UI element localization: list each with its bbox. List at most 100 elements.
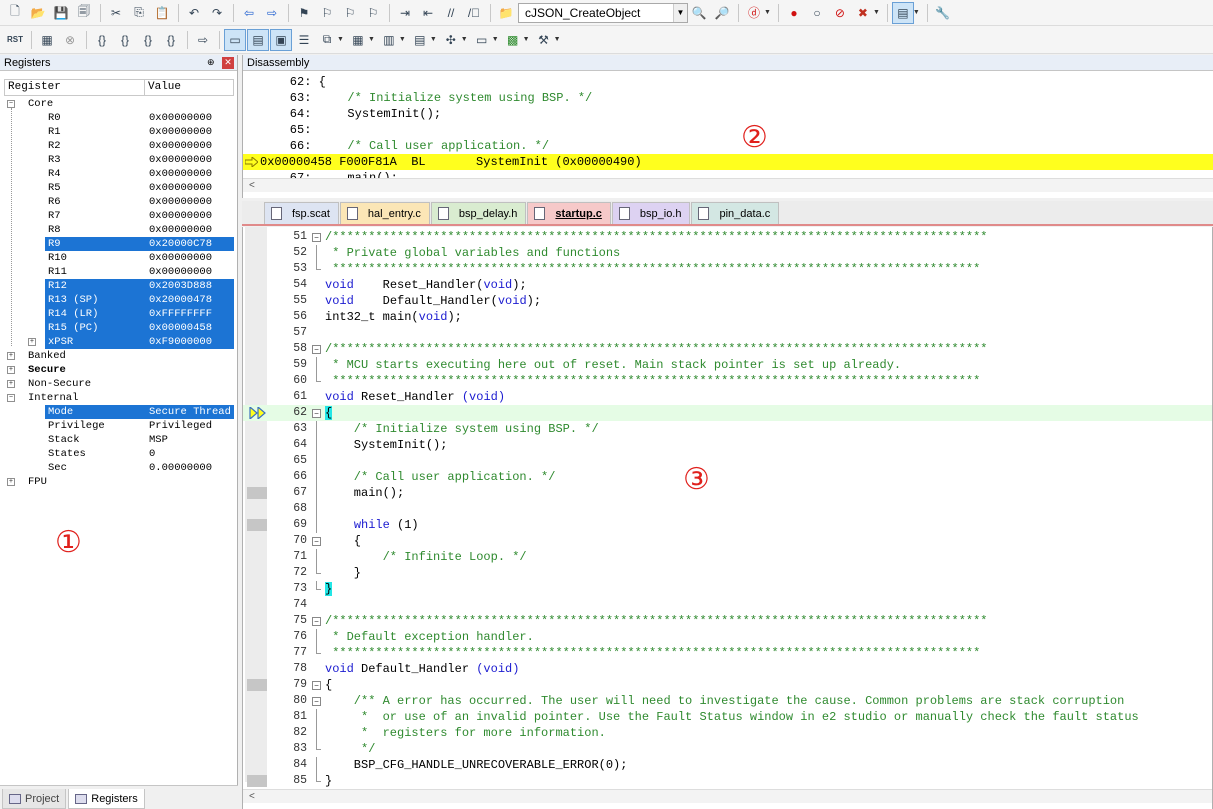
code-line[interactable]: 68 xyxy=(243,501,1212,517)
register-row[interactable]: States 0 xyxy=(0,447,234,461)
disassembly-line[interactable]: 0x00000458 F000F81A BL SystemInit (0x000… xyxy=(243,154,1213,170)
fold-collapse-icon[interactable]: − xyxy=(312,537,321,546)
code-line[interactable]: 80− /** A error has occurred. The user w… xyxy=(243,693,1212,709)
run-icon[interactable]: ▦ xyxy=(36,29,58,51)
code-line[interactable]: 72 } xyxy=(243,565,1212,581)
code-line[interactable]: 73} xyxy=(243,581,1212,597)
register-row[interactable]: Sec 0.00000000 xyxy=(0,461,234,475)
configure-icon[interactable]: 🔧 xyxy=(932,2,954,24)
load-target-icon[interactable]: 📁 xyxy=(495,2,517,24)
code-line[interactable]: 83 */ xyxy=(243,741,1212,757)
dropdown-arrow-icon[interactable]: ▼ xyxy=(554,36,561,43)
disassembly-window-icon[interactable]: ▤ xyxy=(247,28,269,51)
run-to-cursor-icon[interactable]: {} xyxy=(160,29,182,51)
code-line[interactable]: 56 int32_t main(void); xyxy=(243,309,1212,325)
register-value[interactable]: 0x00000000 xyxy=(149,265,212,279)
code-line[interactable]: 74 xyxy=(243,597,1212,613)
fold-collapse-icon[interactable]: − xyxy=(312,681,321,690)
file-tab[interactable]: bsp_io.h xyxy=(611,202,691,224)
nav-forward-icon[interactable]: ⇨ xyxy=(261,2,283,24)
dropdown-arrow-icon[interactable]: ▼ xyxy=(873,9,880,16)
chevron-down-icon[interactable]: ▼ xyxy=(673,3,687,22)
code-line[interactable]: 71 /* Infinite Loop. */ xyxy=(243,549,1212,565)
file-tab[interactable]: fsp.scat xyxy=(264,202,339,224)
register-value[interactable]: 0x20000478 xyxy=(149,293,212,307)
register-row[interactable]: R6 0x00000000 xyxy=(0,195,234,209)
code-line[interactable]: 65 xyxy=(243,453,1212,469)
breakpoint-disable-icon[interactable]: ○ xyxy=(806,2,828,24)
register-value[interactable]: Privileged xyxy=(149,419,212,433)
dropdown-arrow-icon[interactable]: ▼ xyxy=(764,9,771,16)
register-value[interactable]: 0xFFFFFFFF xyxy=(149,307,212,321)
fold-collapse-icon[interactable]: − xyxy=(312,345,321,354)
window-layout-icon[interactable]: ▤ xyxy=(891,1,914,24)
file-tab[interactable]: startup.c xyxy=(527,202,611,224)
save-icon[interactable]: 💾 xyxy=(50,2,72,24)
nav-back-icon[interactable]: ⇦ xyxy=(238,2,260,24)
register-row[interactable]: R8 0x00000000 xyxy=(0,223,234,237)
code-line[interactable]: 59 * MCU starts executing here out of re… xyxy=(243,357,1212,373)
register-value[interactable]: 0x2003D888 xyxy=(149,279,212,293)
dropdown-arrow-icon[interactable]: ▼ xyxy=(368,36,375,43)
register-row[interactable]: + Secure xyxy=(0,363,234,377)
collapse-icon[interactable]: − xyxy=(7,100,15,108)
bookmark-icon[interactable]: ⚑ xyxy=(293,2,315,24)
code-line[interactable]: 54 void Reset_Handler(void); xyxy=(243,277,1212,293)
register-value[interactable]: 0x00000000 xyxy=(149,153,212,167)
register-row[interactable]: R0 0x00000000 xyxy=(0,111,234,125)
serial-window-icon[interactable]: ▤ xyxy=(409,29,431,51)
register-row[interactable]: − Internal xyxy=(0,391,234,405)
copy-icon[interactable]: ⎘ xyxy=(128,2,150,24)
register-row[interactable]: Stack MSP xyxy=(0,433,234,447)
editor-hscrollbar[interactable]: < xyxy=(243,789,1212,803)
register-value[interactable]: 0x00000000 xyxy=(149,223,212,237)
redo-icon[interactable]: ↷ xyxy=(206,2,228,24)
save-all-icon[interactable]: 🗐 xyxy=(73,2,95,24)
register-value[interactable]: 0 xyxy=(149,447,155,461)
register-value[interactable]: 0x00000458 xyxy=(149,321,212,335)
target-select[interactable]: cJSON_CreateObject ▼ xyxy=(518,2,688,23)
register-row[interactable]: + xPSR 0xF9000000 xyxy=(0,335,234,349)
expand-icon[interactable]: + xyxy=(7,478,15,486)
stop-icon[interactable]: ⊗ xyxy=(59,29,81,51)
dropdown-arrow-icon[interactable]: ▼ xyxy=(913,9,920,16)
code-line[interactable]: 84 BSP_CFG_HANDLE_UNRECOVERABLE_ERROR(0)… xyxy=(243,757,1212,773)
code-line[interactable]: 62−{ xyxy=(243,405,1212,421)
system-viewer-icon[interactable]: ▩ xyxy=(502,29,524,51)
dropdown-arrow-icon[interactable]: ▼ xyxy=(461,36,468,43)
register-row[interactable]: R5 0x00000000 xyxy=(0,181,234,195)
symbols-window-icon[interactable]: ▣ xyxy=(270,28,292,51)
breakpoint-kill-all-icon[interactable]: ✖ xyxy=(852,2,874,24)
register-row[interactable]: + FPU xyxy=(0,475,234,489)
register-row[interactable]: − Core xyxy=(0,97,234,111)
code-line[interactable]: 63 /* Initialize system using BSP. */ xyxy=(243,421,1212,437)
undo-icon[interactable]: ↶ xyxy=(183,2,205,24)
breakpoint-slot[interactable] xyxy=(247,679,267,691)
bookmark-prev-icon[interactable]: ⚐ xyxy=(316,2,338,24)
disassembly-line[interactable]: 65: xyxy=(261,122,319,138)
fold-collapse-icon[interactable]: − xyxy=(312,409,321,418)
register-value[interactable]: Secure Thread xyxy=(149,405,231,419)
code-line[interactable]: 61 void Reset_Handler (void) xyxy=(243,389,1212,405)
dropdown-arrow-icon[interactable]: ▼ xyxy=(492,36,499,43)
register-value[interactable]: 0x00000000 xyxy=(149,209,212,223)
register-row[interactable]: R15 (PC) 0x00000458 xyxy=(0,321,234,335)
code-line[interactable]: 66 /* Call user application. */ xyxy=(243,469,1212,485)
register-value[interactable]: 0x20000C78 xyxy=(149,237,212,251)
command-window-icon[interactable]: ▭ xyxy=(224,28,246,51)
breakpoint-slot[interactable] xyxy=(247,487,267,499)
fold-collapse-icon[interactable]: − xyxy=(312,697,321,706)
paste-icon[interactable]: 📋 xyxy=(151,2,173,24)
code-line[interactable]: 76 * Default exception handler. xyxy=(243,629,1212,645)
watch-window-icon[interactable]: ▦ xyxy=(347,29,369,51)
code-line[interactable]: 52 * Private global variables and functi… xyxy=(243,245,1212,261)
file-tab[interactable]: bsp_delay.h xyxy=(430,202,527,224)
breakpoint-disable-all-icon[interactable]: ⊘ xyxy=(829,2,851,24)
register-row[interactable]: R7 0x00000000 xyxy=(0,209,234,223)
dropdown-arrow-icon[interactable]: ▼ xyxy=(399,36,406,43)
register-row[interactable]: R4 0x00000000 xyxy=(0,167,234,181)
fold-collapse-icon[interactable]: − xyxy=(312,617,321,626)
close-icon[interactable]: ✕ xyxy=(222,56,234,69)
code-line[interactable]: 69 while (1) xyxy=(243,517,1212,533)
call-stack-icon[interactable]: ⧉ xyxy=(316,29,338,51)
